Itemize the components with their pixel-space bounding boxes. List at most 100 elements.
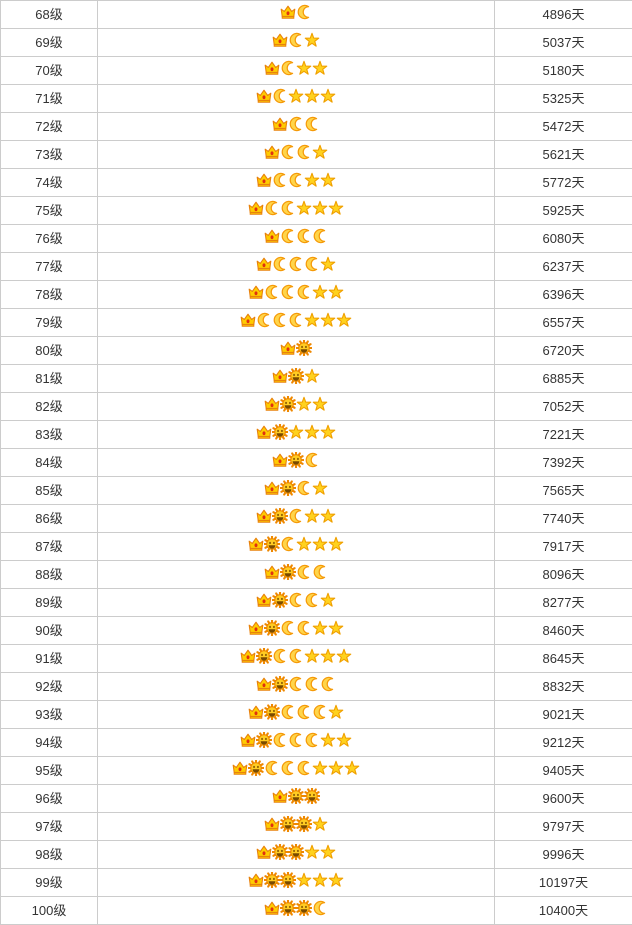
badge-icon-group (248, 617, 344, 639)
level-label: 73级 (1, 141, 98, 169)
badge-cell (98, 813, 495, 841)
star-icon (320, 312, 336, 328)
sun-icon (280, 480, 296, 496)
badge-icon-group (264, 561, 328, 583)
moon-icon (280, 620, 296, 636)
crown-icon (248, 536, 264, 552)
days-required: 5325天 (495, 85, 632, 113)
crown-icon (272, 788, 288, 804)
badge-cell (98, 841, 495, 869)
star-icon (312, 396, 328, 412)
days-required: 9797天 (495, 813, 632, 841)
table-row: 91级8645天 (1, 645, 632, 673)
badge-cell (98, 29, 495, 57)
crown-icon (256, 592, 272, 608)
days-required: 6885天 (495, 365, 632, 393)
moon-icon (288, 312, 304, 328)
moon-icon (280, 200, 296, 216)
moon-icon (304, 256, 320, 272)
moon-icon (304, 116, 320, 132)
crown-icon (256, 256, 272, 272)
moon-icon (272, 256, 288, 272)
star-icon (304, 844, 320, 860)
sun-icon (272, 676, 288, 692)
days-required: 5772天 (495, 169, 632, 197)
badge-icon-group (248, 281, 344, 303)
level-label: 81级 (1, 365, 98, 393)
star-icon (328, 704, 344, 720)
badge-icon-group (264, 813, 328, 835)
badge-icon-group (240, 645, 352, 667)
sun-icon (264, 872, 280, 888)
badge-icon-group (256, 673, 336, 695)
days-required: 6237天 (495, 253, 632, 281)
level-label: 89级 (1, 589, 98, 617)
star-icon (336, 312, 352, 328)
crown-icon (256, 424, 272, 440)
star-icon (304, 32, 320, 48)
days-required: 10197天 (495, 869, 632, 897)
table-row: 68级4896天 (1, 1, 632, 29)
badge-cell (98, 449, 495, 477)
moon-icon (312, 704, 328, 720)
days-required: 10400天 (495, 897, 632, 925)
badge-cell (98, 1, 495, 29)
badge-icon-group (272, 113, 320, 135)
crown-icon (264, 564, 280, 580)
crown-icon (256, 676, 272, 692)
moon-icon (280, 536, 296, 552)
moon-icon (280, 760, 296, 776)
star-icon (312, 816, 328, 832)
days-required: 6396天 (495, 281, 632, 309)
days-required: 4896天 (495, 1, 632, 29)
crown-icon (248, 620, 264, 636)
moon-icon (264, 284, 280, 300)
moon-icon (288, 32, 304, 48)
table-row: 95级9405天 (1, 757, 632, 785)
level-label: 97级 (1, 813, 98, 841)
moon-icon (280, 144, 296, 160)
crown-icon (280, 4, 296, 20)
badge-cell (98, 281, 495, 309)
crown-icon (256, 508, 272, 524)
badge-cell (98, 617, 495, 645)
level-label: 93级 (1, 701, 98, 729)
crown-icon (264, 900, 280, 916)
level-label: 91级 (1, 645, 98, 673)
crown-icon (240, 312, 256, 328)
moon-icon (280, 284, 296, 300)
star-icon (312, 480, 328, 496)
badge-icon-group (248, 197, 344, 219)
star-icon (304, 88, 320, 104)
moon-icon (272, 312, 288, 328)
badge-cell (98, 757, 495, 785)
days-required: 7565天 (495, 477, 632, 505)
star-icon (304, 368, 320, 384)
sun-icon (280, 396, 296, 412)
level-label: 75级 (1, 197, 98, 225)
moon-icon (272, 732, 288, 748)
table-row: 75级5925天 (1, 197, 632, 225)
sun-icon (272, 844, 288, 860)
moon-icon (320, 676, 336, 692)
moon-icon (312, 564, 328, 580)
table-row: 71级5325天 (1, 85, 632, 113)
sun-icon (296, 900, 312, 916)
moon-icon (304, 452, 320, 468)
badge-icon-group (256, 169, 336, 191)
star-icon (288, 88, 304, 104)
table-row: 84级7392天 (1, 449, 632, 477)
level-label: 69级 (1, 29, 98, 57)
badge-icon-group (232, 757, 360, 779)
level-label: 80级 (1, 337, 98, 365)
badge-cell (98, 337, 495, 365)
badge-icon-group (280, 337, 312, 359)
moon-icon (296, 228, 312, 244)
badge-icon-group (240, 729, 352, 751)
badge-icon-group (256, 589, 336, 611)
badge-icon-group (272, 365, 320, 387)
moon-icon (272, 88, 288, 104)
days-required: 5180天 (495, 57, 632, 85)
badge-cell (98, 897, 495, 925)
days-required: 6557天 (495, 309, 632, 337)
